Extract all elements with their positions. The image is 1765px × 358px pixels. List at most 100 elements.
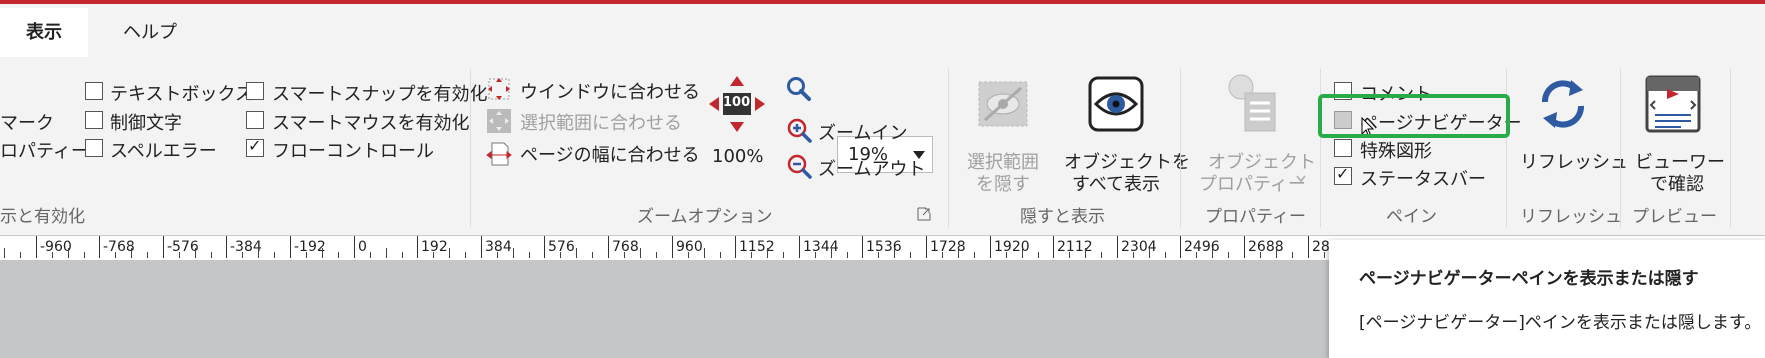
group-separator — [1320, 69, 1321, 227]
ruler-minor-tick — [513, 248, 514, 258]
fit-window-button[interactable]: ウインドウに合わせる — [520, 78, 700, 104]
ruler-minor-tick — [402, 252, 403, 258]
smart-mouse-checkbox[interactable] — [246, 111, 264, 129]
special-shape-label[interactable]: 特殊図形 — [1360, 137, 1432, 163]
zoom-100-label[interactable]: 100% — [712, 146, 763, 167]
ruler-minor-tick — [751, 252, 752, 258]
ruler-minor-tick — [1069, 252, 1070, 258]
group-separator — [1180, 69, 1181, 227]
ruler-tick — [36, 236, 37, 258]
zoom-in-button[interactable]: ズームイン — [818, 119, 907, 145]
ruler-tick-label: 1920 — [994, 239, 1030, 255]
ruler-tick-label: 1728 — [930, 239, 966, 255]
ruler-minor-tick — [274, 252, 275, 258]
object-properties-button-l2[interactable]: プロパティー — [1199, 170, 1306, 196]
ruler-minor-tick — [1212, 248, 1213, 258]
partial-item-mark[interactable]: マーク — [0, 109, 54, 135]
dialog-launcher-icon[interactable] — [917, 207, 931, 221]
ruler-minor-tick — [1133, 252, 1134, 258]
ruler-minor-tick — [529, 252, 530, 258]
ruler-minor-tick — [592, 252, 593, 258]
ruler-minor-tick — [847, 252, 848, 258]
ruler-tick — [1308, 236, 1309, 258]
ruler-tick — [417, 236, 418, 258]
viewer-preview-button-l2[interactable]: で確認 — [1650, 170, 1704, 196]
ruler-tick — [1180, 236, 1181, 258]
ruler-minor-tick — [878, 252, 879, 258]
zoom-out-icon — [787, 154, 812, 179]
ruler-tick — [990, 236, 991, 258]
flow-control-checkbox[interactable] — [246, 136, 264, 157]
ruler-minor-tick — [4, 248, 5, 258]
special-shape-checkbox[interactable] — [1334, 139, 1352, 157]
ruler-tick — [1244, 236, 1245, 258]
fit-selection-icon — [487, 109, 511, 133]
smart-snap-checkbox[interactable] — [246, 82, 264, 100]
ruler-tick-label: 768 — [612, 239, 639, 255]
flow-control-label[interactable]: フローコントロール — [272, 137, 434, 163]
ruler-tick-label: 28 — [1312, 239, 1330, 255]
ruler-tick — [1117, 236, 1118, 258]
ruler-minor-tick — [68, 248, 69, 258]
ruler-minor-tick — [1038, 252, 1039, 258]
ruler-tick-label: 1344 — [803, 239, 839, 255]
ruler-tick — [290, 236, 291, 258]
status-bar-checkbox[interactable] — [1334, 164, 1352, 185]
magnifier-icon — [787, 77, 811, 101]
ruler-minor-tick — [656, 252, 657, 258]
group-label-zoom-options: ズームオプション — [637, 207, 773, 227]
chevron-down-icon — [1296, 175, 1306, 183]
group-label-pane: ペイン — [1386, 207, 1437, 227]
group-label-hide-show: 隠すと表示 — [1020, 207, 1105, 227]
textbox-checkbox[interactable] — [85, 82, 103, 100]
ruler-minor-tick — [338, 252, 339, 258]
ruler-minor-tick — [1022, 248, 1023, 258]
ruler-tick — [735, 236, 736, 258]
ruler-minor-tick — [1085, 248, 1086, 258]
ruler-tick-label: -384 — [230, 239, 262, 255]
fit-page-width-icon — [486, 142, 512, 166]
spell-error-label[interactable]: スペルエラー — [110, 137, 217, 163]
ruler-tick-label: 2688 — [1248, 239, 1284, 255]
ruler-minor-tick — [1006, 252, 1007, 258]
ruler-minor-tick — [831, 248, 832, 258]
ruler-tick — [862, 236, 863, 258]
smart-mouse-label[interactable]: スマートマウスを有効化 — [272, 109, 469, 135]
ruler-minor-tick — [449, 248, 450, 258]
ruler-tick — [672, 236, 673, 258]
ruler-minor-tick — [894, 248, 895, 258]
tab-view[interactable]: 表示 — [0, 8, 88, 57]
ruler-minor-tick — [20, 252, 21, 258]
ruler-minor-tick — [1101, 252, 1102, 258]
page-navigator-highlight — [1318, 94, 1510, 138]
ruler-tick-label: 384 — [485, 239, 512, 255]
refresh-button[interactable]: リフレッシュ — [1520, 148, 1628, 174]
textbox-label[interactable]: テキストボックス — [110, 80, 253, 106]
ruler-minor-tick — [115, 252, 116, 258]
ruler-tick — [1053, 236, 1054, 258]
ribbon-panel: マーク ロパティー テキストボックス 制御文字 スペルエラー スマートスナップを… — [0, 61, 1765, 235]
smart-snap-label[interactable]: スマートスナップを有効化 — [272, 80, 487, 106]
zoom-out-button[interactable]: ズームアウト — [818, 155, 925, 181]
zoom-100-badge: 100 — [723, 95, 751, 110]
ruler-minor-tick — [688, 252, 689, 258]
fit-selection-button[interactable]: 選択範囲に合わせる — [520, 109, 682, 135]
tab-help[interactable]: ヘルプ — [100, 8, 200, 57]
fit-page-width-button[interactable]: ページの幅に合わせる — [520, 141, 700, 167]
spell-error-checkbox[interactable] — [85, 139, 103, 157]
control-char-checkbox[interactable] — [85, 111, 103, 129]
group-separator — [948, 69, 949, 227]
group-separator — [1620, 69, 1621, 227]
ruler-tick — [481, 236, 482, 258]
ruler-minor-tick — [576, 248, 577, 258]
ruler-minor-tick — [974, 252, 975, 258]
control-char-label[interactable]: 制御文字 — [110, 109, 182, 135]
status-bar-label[interactable]: ステータスバー — [1360, 165, 1486, 191]
hide-selection-icon — [978, 81, 1028, 127]
hide-selection-button-l2[interactable]: を隠す — [976, 170, 1030, 196]
ruler-tick — [163, 236, 164, 258]
partial-item-property[interactable]: ロパティー — [0, 137, 89, 163]
group-separator — [1506, 69, 1507, 227]
show-all-objects-button-l2[interactable]: すべて表示 — [1072, 170, 1160, 196]
ruler-minor-tick — [1260, 252, 1261, 258]
